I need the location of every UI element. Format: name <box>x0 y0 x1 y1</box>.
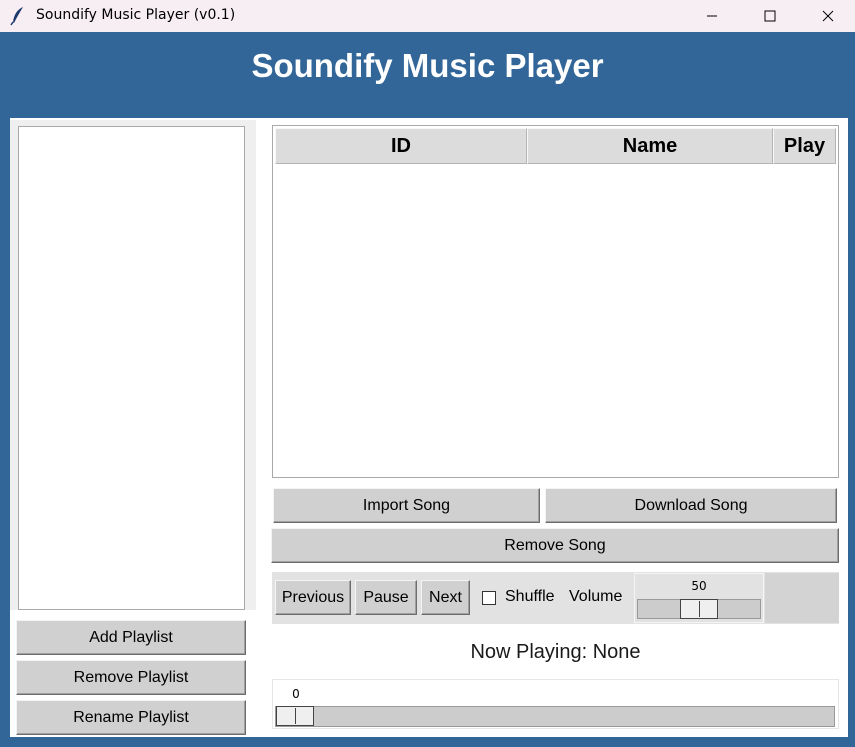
volume-label: Volume <box>569 588 623 605</box>
maximize-icon <box>764 10 776 22</box>
download-song-button[interactable]: Download Song <box>545 488 837 523</box>
maximize-button[interactable] <box>741 0 799 32</box>
now-playing-label: Now Playing: None <box>470 641 641 663</box>
progress-value: 0 <box>292 687 300 701</box>
shuffle-label[interactable]: Shuffle <box>505 588 555 606</box>
close-button[interactable] <box>799 0 855 32</box>
minimize-button[interactable] <box>683 0 741 32</box>
playlist-listbox[interactable] <box>18 126 245 610</box>
column-header-name[interactable]: Name <box>527 128 773 164</box>
remove-song-button[interactable]: Remove Song <box>271 528 839 563</box>
import-song-button[interactable]: Import Song <box>273 488 540 523</box>
feather-icon <box>10 6 26 26</box>
previous-button[interactable]: Previous <box>275 580 351 615</box>
minimize-icon <box>707 15 717 17</box>
window-title: Soundify Music Player (v0.1) <box>36 7 236 23</box>
column-header-id[interactable]: ID <box>275 128 527 164</box>
next-button[interactable]: Next <box>421 580 470 615</box>
app-header-title: Soundify Music Player <box>251 47 604 84</box>
song-table[interactable]: ID Name Play <box>272 125 839 478</box>
remove-playlist-button[interactable]: Remove Playlist <box>16 660 246 695</box>
volume-value: 50 <box>691 579 707 593</box>
column-header-play[interactable]: Play <box>773 128 836 164</box>
shuffle-checkbox[interactable] <box>482 591 496 605</box>
volume-slider-thumb[interactable] <box>680 599 718 619</box>
pause-button[interactable]: Pause <box>355 580 417 615</box>
progress-slider[interactable] <box>275 706 835 727</box>
window-titlebar: Soundify Music Player (v0.1) <box>0 0 855 32</box>
volume-slider[interactable] <box>637 599 761 619</box>
controls-spacer <box>765 573 839 623</box>
close-icon <box>822 10 834 22</box>
progress-slider-thumb[interactable] <box>276 706 314 726</box>
rename-playlist-button[interactable]: Rename Playlist <box>16 700 246 735</box>
add-playlist-button[interactable]: Add Playlist <box>16 620 246 655</box>
